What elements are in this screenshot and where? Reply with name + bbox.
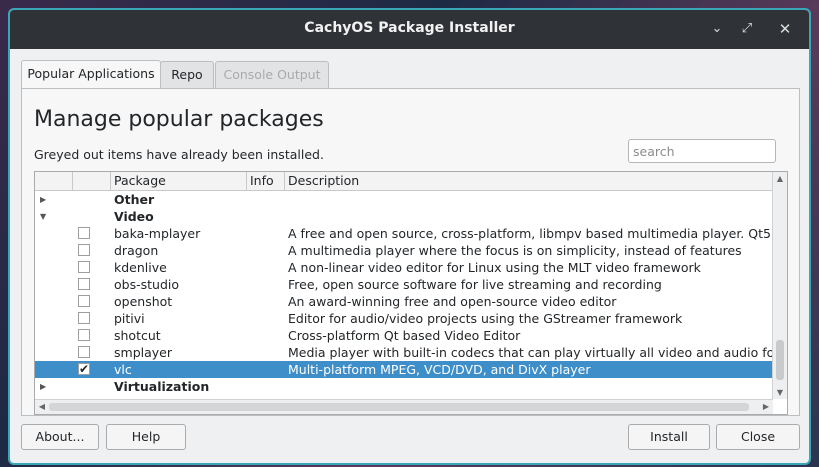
package-name: obs-studio: [114, 277, 179, 292]
horizontal-scrollbar[interactable]: ◀ ▶: [35, 399, 773, 414]
table-row[interactable]: smplayer Media player with built-in code…: [35, 344, 787, 361]
category-row-virtualization[interactable]: ▶ Virtualization: [35, 378, 773, 395]
package-description: Free, open source software for live stre…: [288, 277, 662, 292]
window-title: CachyOS Package Installer: [304, 20, 515, 36]
package-checkbox[interactable]: [78, 329, 90, 341]
tab-repo[interactable]: Repo: [160, 61, 214, 89]
package-description: Cross-platform Qt based Video Editor: [288, 328, 521, 343]
table-row[interactable]: dragon A multimedia player where the foc…: [35, 242, 773, 259]
package-checkbox[interactable]: [78, 227, 90, 239]
chevron-right-icon[interactable]: ▶: [40, 191, 46, 208]
package-installer-window: CachyOS Package Installer ⌄ ⤢ ✕ Popular …: [8, 8, 811, 465]
package-name: pitivi: [114, 311, 145, 326]
popular-applications-panel: Manage popular packages Greyed out items…: [21, 88, 800, 416]
scroll-right-icon[interactable]: ▶: [759, 402, 773, 411]
package-checkbox[interactable]: [78, 295, 90, 307]
column-header-description[interactable]: Description: [285, 172, 773, 190]
category-row-other[interactable]: ▶ Other: [35, 191, 773, 208]
package-name: vlc: [114, 362, 132, 377]
minimize-icon[interactable]: ⌄: [708, 20, 726, 38]
scroll-down-icon[interactable]: ▼: [773, 388, 787, 397]
package-description: An award-winning free and open-source vi…: [288, 294, 617, 309]
package-name: openshot: [114, 294, 173, 309]
table-row[interactable]: shotcut Cross-platform Qt based Video Ed…: [35, 327, 773, 344]
package-checkbox[interactable]: [78, 261, 90, 273]
scroll-up-icon[interactable]: ▲: [773, 174, 787, 183]
package-description: Multi-platform MPEG, VCD/DVD, and DivX p…: [288, 362, 591, 377]
category-name: Video: [114, 209, 154, 224]
package-description: A multimedia player where the focus is o…: [288, 243, 742, 258]
table-row[interactable]: openshot An award-winning free and open-…: [35, 293, 773, 310]
column-header-package[interactable]: Package: [111, 172, 247, 190]
maximize-icon[interactable]: ⤢: [738, 20, 756, 38]
tree-rows: ▶ Other ▼ Video baka-mplayer A free and …: [35, 191, 787, 395]
package-checkbox[interactable]: [78, 244, 90, 256]
package-name: kdenlive: [114, 260, 167, 275]
table-row[interactable]: kdenlive A non-linear video editor for L…: [35, 259, 773, 276]
close-button[interactable]: Close: [716, 424, 800, 450]
package-name: smplayer: [114, 345, 172, 360]
column-header-check[interactable]: [73, 172, 111, 190]
install-button[interactable]: Install: [628, 424, 710, 450]
chevron-right-icon[interactable]: ▶: [40, 378, 46, 395]
package-name: dragon: [114, 243, 159, 258]
category-name: Virtualization: [114, 379, 210, 394]
search-input[interactable]: [628, 139, 776, 163]
package-description: Editor for audio/video projects using th…: [288, 311, 683, 326]
package-checkbox[interactable]: [78, 278, 90, 290]
package-name: shotcut: [114, 328, 161, 343]
package-checkbox[interactable]: [78, 312, 90, 324]
package-description: Media player with built-in codecs that c…: [288, 345, 788, 360]
vertical-scrollbar[interactable]: ▲ ▼: [772, 172, 787, 399]
table-row[interactable]: obs-studio Free, open source software fo…: [35, 276, 773, 293]
package-description: A non-linear video editor for Linux usin…: [288, 260, 701, 275]
vertical-scroll-thumb[interactable]: [776, 340, 784, 380]
chevron-down-icon[interactable]: ▼: [40, 208, 46, 225]
column-header-info[interactable]: Info: [247, 172, 285, 190]
close-icon[interactable]: ✕: [776, 20, 794, 38]
package-name: baka-mplayer: [114, 226, 201, 241]
column-header-expand[interactable]: [35, 172, 73, 190]
table-row-selected[interactable]: ✔ vlc Multi-platform MPEG, VCD/DVD, and …: [35, 361, 773, 378]
table-row[interactable]: pitivi Editor for audio/video projects u…: [35, 310, 773, 327]
title-bar[interactable]: CachyOS Package Installer ⌄ ⤢ ✕: [10, 10, 809, 49]
table-row[interactable]: baka-mplayer A free and open source, cro…: [35, 225, 787, 242]
category-name: Other: [114, 192, 155, 207]
about-button[interactable]: About...: [21, 424, 99, 450]
horizontal-scroll-thumb[interactable]: [49, 403, 749, 411]
installed-hint: Greyed out items have already been insta…: [34, 147, 324, 162]
column-header-row: Package Info Description: [35, 172, 773, 191]
tab-console-output: Console Output: [215, 61, 329, 89]
package-description: A free and open source, cross-platform, …: [288, 226, 788, 241]
category-row-video[interactable]: ▼ Video: [35, 208, 773, 225]
help-button[interactable]: Help: [106, 424, 186, 450]
tab-popular-applications[interactable]: Popular Applications: [21, 60, 161, 90]
page-title: Manage popular packages: [34, 107, 324, 132]
package-checkbox-checked[interactable]: ✔: [78, 363, 90, 375]
scroll-left-icon[interactable]: ◀: [35, 402, 49, 411]
package-tree[interactable]: Package Info Description ▶ Other ▼ Video…: [34, 171, 788, 415]
package-checkbox[interactable]: [78, 346, 90, 358]
